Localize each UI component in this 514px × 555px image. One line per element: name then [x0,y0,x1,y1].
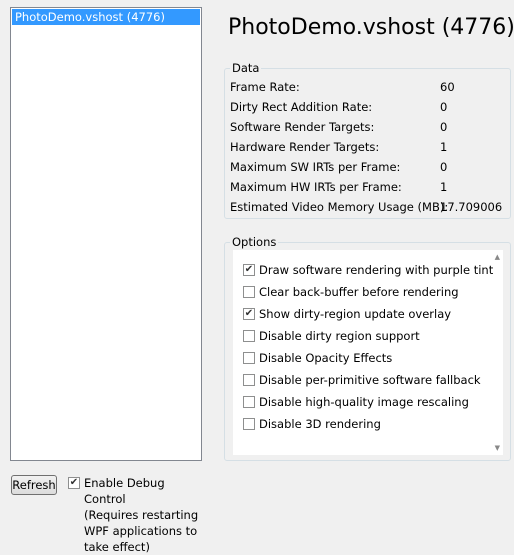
scroll-down-arrow-icon[interactable]: ▼ [495,444,500,452]
data-row-dirty-rect-rate: Dirty Rect Addition Rate: 0 [230,100,448,114]
option-dirty-region-overlay-checkbox[interactable]: ✔ Show dirty-region update overlay [243,307,451,321]
data-row-max-hw-irts: Maximum HW IRTs per Frame: 1 [230,180,448,194]
checkmark-icon[interactable]: ✔ [243,264,255,276]
checkmark-icon[interactable]: ✔ [243,308,255,320]
checkmark-icon[interactable]: ✔ [68,477,80,489]
refresh-button[interactable]: Refresh [11,475,57,495]
checkbox-empty-icon[interactable] [243,286,255,298]
options-group: Options ▲ ▼ ✔ Draw software rendering wi… [224,235,511,461]
options-list[interactable]: ▲ ▼ ✔ Draw software rendering with purpl… [233,250,503,455]
checkbox-empty-icon[interactable] [243,418,255,430]
data-row-sw-render-targets: Software Render Targets: 0 [230,120,448,134]
enable-debug-control-checkbox[interactable]: ✔ Enable Debug Control (Requires restart… [68,475,208,555]
option-disable-hq-rescaling-checkbox[interactable]: Disable high-quality image rescaling [243,395,469,409]
data-group-legend: Data [230,61,262,75]
option-clear-back-buffer-checkbox[interactable]: Clear back-buffer before rendering [243,285,459,299]
data-value: 0 [440,120,448,134]
data-row-frame-rate: Frame Rate: 60 [230,80,455,94]
option-purple-tint-checkbox[interactable]: ✔ Draw software rendering with purple ti… [243,263,493,277]
checkbox-empty-icon[interactable] [243,330,255,342]
checkbox-empty-icon[interactable] [243,374,255,386]
options-group-legend: Options [230,235,279,249]
data-value: 0 [440,100,448,114]
option-disable-3d-checkbox[interactable]: Disable 3D rendering [243,417,381,431]
data-value: 1 [440,140,448,154]
data-group: Data Frame Rate: 60 Dirty Rect Addition … [224,61,511,219]
process-list-item[interactable]: PhotoDemo.vshost (4776) [12,9,200,25]
option-disable-sw-fallback-checkbox[interactable]: Disable per-primitive software fallback [243,373,481,387]
data-value: 0 [440,160,448,174]
enable-debug-control-label: Enable Debug Control (Requires restartin… [84,476,199,554]
checkbox-empty-icon[interactable] [243,396,255,408]
page-title: PhotoDemo.vshost (4776) [228,15,514,40]
process-list[interactable]: PhotoDemo.vshost (4776) [10,7,202,461]
data-row-hw-render-targets: Hardware Render Targets: 1 [230,140,448,154]
data-value: 60 [440,80,455,94]
data-value: 17.709006 [440,200,503,214]
data-row-max-sw-irts: Maximum SW IRTs per Frame: 0 [230,160,448,174]
data-value: 1 [440,180,448,194]
option-disable-opacity-checkbox[interactable]: Disable Opacity Effects [243,351,392,365]
data-row-video-memory: Estimated Video Memory Usage (MB): 17.70… [230,200,503,214]
option-disable-dirty-region-checkbox[interactable]: Disable dirty region support [243,329,420,343]
checkbox-empty-icon[interactable] [243,352,255,364]
scroll-up-arrow-icon[interactable]: ▲ [495,253,500,261]
